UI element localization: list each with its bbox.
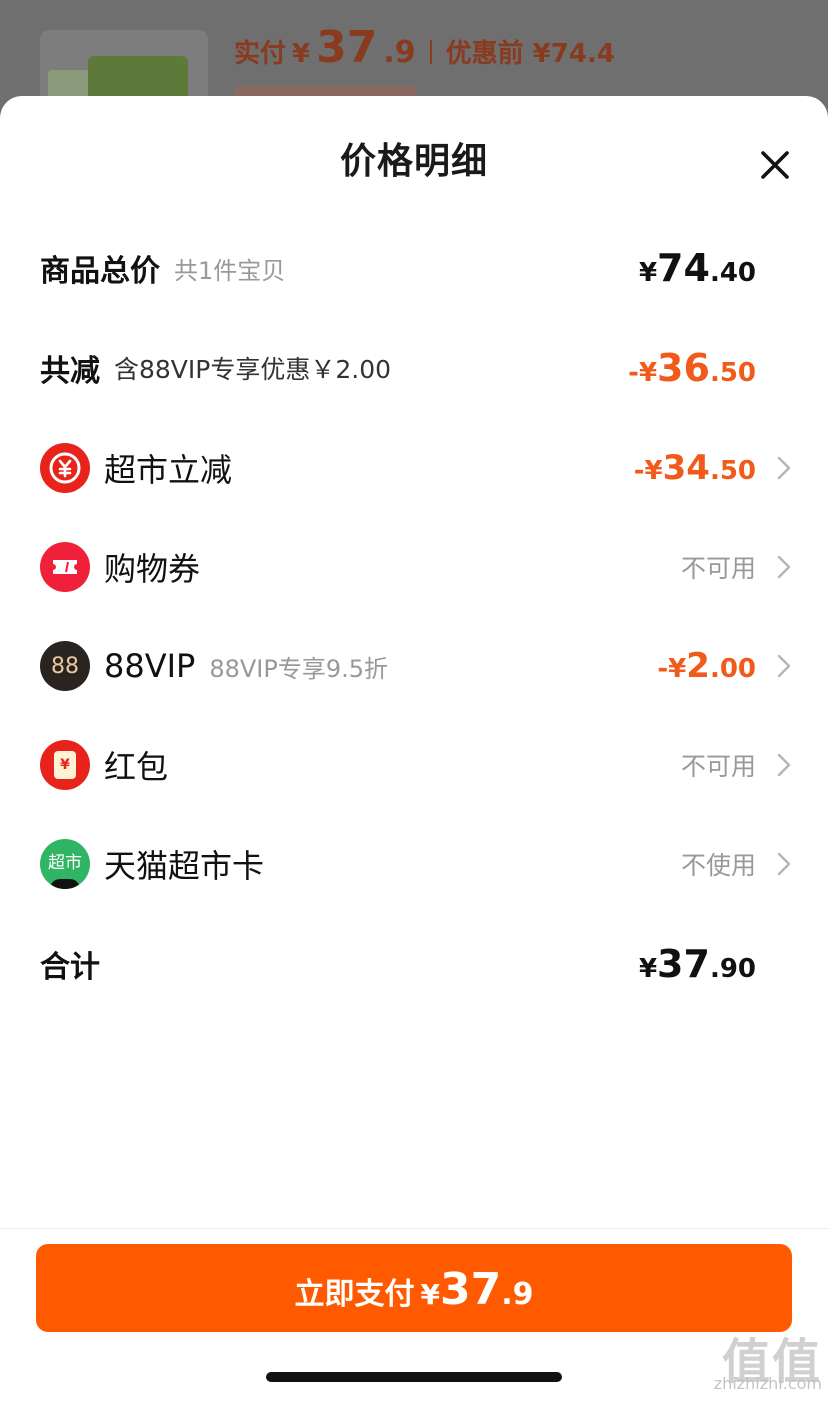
watermark-url: zhizhizhi.com: [713, 1374, 822, 1393]
supermarket-discount-label: 超市立减: [104, 451, 233, 489]
red-envelope-row[interactable]: ¥ 红包 不可用: [40, 735, 792, 795]
vip88-row[interactable]: 88 88VIP 88VIP专享9.5折 -¥ 2.00: [40, 636, 792, 696]
total-reduction-value: -¥ 36.50: [628, 346, 756, 390]
tmall-card-icon-text: 超市: [48, 852, 82, 873]
actual-pay-dec: .9: [383, 35, 416, 70]
tmall-supermarket-card-label: 天猫超市卡: [104, 847, 265, 885]
yuan-down-icon: [40, 443, 90, 493]
ticket-icon: [40, 542, 90, 592]
vip88-icon: 88: [40, 641, 90, 691]
tmall-supermarket-card-row[interactable]: 超市 天猫超市卡 不使用: [40, 834, 792, 894]
total-reduction-row: 共减 含88VIP专享优惠￥2.00 -¥ 36.50: [40, 338, 792, 398]
shopping-voucher-status: 不可用: [680, 554, 756, 583]
vip88-discount-value: -¥ 2.00: [657, 646, 756, 686]
before-discount-price: 优惠前 ¥74.4: [445, 39, 615, 69]
actual-pay-label: 实付: [234, 39, 287, 69]
footer-divider: [0, 1228, 828, 1229]
vip88-note: 88VIP专享9.5折: [209, 654, 389, 683]
chevron-right-icon: [756, 653, 792, 679]
red-envelope-status: 不可用: [680, 752, 756, 781]
pay-now-int: 37: [439, 1264, 502, 1315]
item-count: 共1件宝贝: [174, 256, 286, 285]
total-price-value: ¥74.40: [638, 246, 756, 290]
chevron-right-icon: [756, 752, 792, 778]
total-price-row: 商品总价 共1件宝贝 ¥74.40: [40, 238, 792, 298]
shopping-voucher-label: 购物券: [104, 550, 201, 588]
pay-now-currency: ¥: [420, 1278, 440, 1311]
background-page-header: 实付 ¥ 37.9 优惠前 ¥74.4: [0, 0, 828, 110]
chevron-right-icon: [756, 554, 792, 580]
sum-label: 合计: [40, 950, 100, 985]
sum-row: 合计 ¥37.90: [40, 934, 792, 994]
shopping-voucher-row[interactable]: 购物券 不可用: [40, 537, 792, 597]
tmall-supermarket-card-icon: 超市: [40, 839, 90, 889]
price-detail-sheet: 价格明细 商品总价 共1件宝贝 ¥74.40 共减 含88VIP专享优惠￥2.0…: [0, 96, 828, 1404]
chevron-right-icon: [756, 455, 792, 481]
total-reduction-label: 共减: [40, 354, 100, 389]
home-indicator[interactable]: [266, 1372, 562, 1382]
total-reduction-note: 含88VIP专享优惠￥2.00: [114, 355, 392, 384]
tmall-supermarket-card-status: 不使用: [680, 851, 756, 880]
red-envelope-label: 红包: [104, 748, 169, 786]
price-separator: [429, 40, 432, 64]
red-envelope-symbol: ¥: [54, 751, 76, 779]
sum-value: ¥37.90: [638, 942, 756, 986]
vip88-label: 88VIP: [104, 647, 196, 685]
actual-pay-int: 37: [316, 22, 378, 73]
total-price-label: 商品总价: [40, 254, 160, 289]
pay-now-label: 立即支付: [294, 1277, 415, 1312]
chevron-right-icon: [756, 851, 792, 877]
background-price-summary: 实付 ¥ 37.9 优惠前 ¥74.4: [234, 22, 615, 82]
red-envelope-icon: ¥: [40, 740, 90, 790]
supermarket-discount-row[interactable]: 超市立减 -¥ 34.50: [40, 438, 792, 498]
pay-now-button[interactable]: 立即支付 ¥ 37 .9: [36, 1244, 792, 1332]
supermarket-discount-value: -¥ 34.50: [633, 448, 756, 488]
actual-pay-currency: ¥: [292, 39, 311, 69]
close-icon[interactable]: [758, 148, 792, 182]
pay-now-dec: .9: [501, 1277, 534, 1312]
sheet-title: 价格明细: [339, 141, 488, 182]
